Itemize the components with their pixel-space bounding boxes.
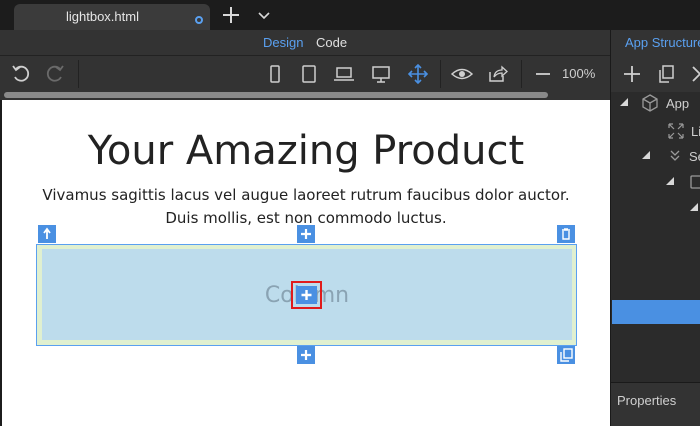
expand-triangle-icon[interactable] [641, 150, 651, 160]
zoom-out-icon[interactable] [532, 63, 554, 85]
desktop-icon[interactable] [370, 63, 392, 85]
toolbar-divider [440, 60, 441, 88]
phone-icon[interactable] [264, 63, 286, 85]
tree-item-section[interactable]: Se [689, 149, 700, 164]
unsaved-indicator-icon[interactable] [195, 16, 203, 24]
select-parent-handle[interactable] [38, 225, 56, 243]
share-icon[interactable] [486, 63, 508, 85]
tab-title: lightbox.html [66, 9, 139, 24]
panel-titlebar: App Structure [611, 30, 700, 56]
plus-icon [301, 229, 311, 239]
tablet-icon[interactable] [298, 63, 320, 85]
redo-icon[interactable] [44, 63, 66, 85]
horizontal-scrollbar[interactable] [4, 92, 548, 98]
toolbar: 100% [0, 56, 610, 92]
panel-toolbar [611, 56, 700, 92]
panel-title[interactable]: App Structure [625, 35, 700, 50]
app-window: lightbox.html Design Code 100% Your Amaz… [0, 0, 700, 426]
toolbar-divider [78, 60, 79, 88]
plus-icon [301, 350, 311, 360]
toolbar-divider [521, 60, 522, 88]
properties-label: Properties [617, 393, 677, 408]
properties-panel-header[interactable]: Properties [611, 382, 700, 426]
expand-triangle-icon[interactable] [619, 97, 629, 107]
app-structure-panel: App Structure App Li S Properties [610, 30, 700, 426]
tree-item-app[interactable]: App [666, 96, 689, 111]
add-content-button[interactable] [296, 286, 317, 304]
trash-icon [562, 228, 570, 240]
eye-icon[interactable] [451, 63, 473, 85]
add-icon[interactable] [621, 63, 643, 85]
mode-bar: Design Code [0, 30, 610, 56]
add-above-handle[interactable] [297, 225, 315, 243]
lead-paragraph[interactable]: Vivamus sagittis lacus vel augue laoreet… [42, 184, 570, 230]
code-mode-tab[interactable]: Code [316, 35, 347, 50]
plus-icon [301, 290, 312, 300]
chevron-down-icon[interactable] [256, 7, 272, 23]
tab-strip: lightbox.html [0, 0, 700, 30]
cube-icon [642, 94, 658, 112]
arrow-up-icon [43, 227, 51, 239]
design-canvas[interactable]: Your Amazing Product Vivamus sagittis la… [2, 100, 610, 426]
expand-triangle-icon[interactable] [689, 202, 699, 212]
tab-lightbox[interactable]: lightbox.html [14, 4, 210, 30]
expand-arrows-icon [668, 123, 684, 139]
delete-handle[interactable] [557, 225, 575, 243]
chevrons-down-icon [670, 150, 680, 161]
duplicate-handle[interactable] [557, 346, 575, 364]
expand-triangle-icon[interactable] [665, 176, 675, 186]
page-heading[interactable]: Your Amazing Product [2, 128, 610, 174]
add-below-handle[interactable] [297, 346, 315, 364]
copy-icon[interactable] [655, 63, 677, 85]
zoom-level[interactable]: 100% [562, 66, 595, 81]
container-icon [690, 175, 700, 189]
undo-icon[interactable] [10, 63, 32, 85]
laptop-icon[interactable] [333, 63, 355, 85]
tree-item-lightbox[interactable]: Li [691, 124, 700, 139]
close-icon[interactable] [689, 63, 700, 85]
copy-icon [560, 348, 573, 362]
move-icon[interactable] [407, 63, 429, 85]
new-tab-icon[interactable] [220, 4, 242, 26]
selected-tree-item[interactable] [612, 300, 700, 324]
design-mode-tab[interactable]: Design [263, 35, 303, 50]
